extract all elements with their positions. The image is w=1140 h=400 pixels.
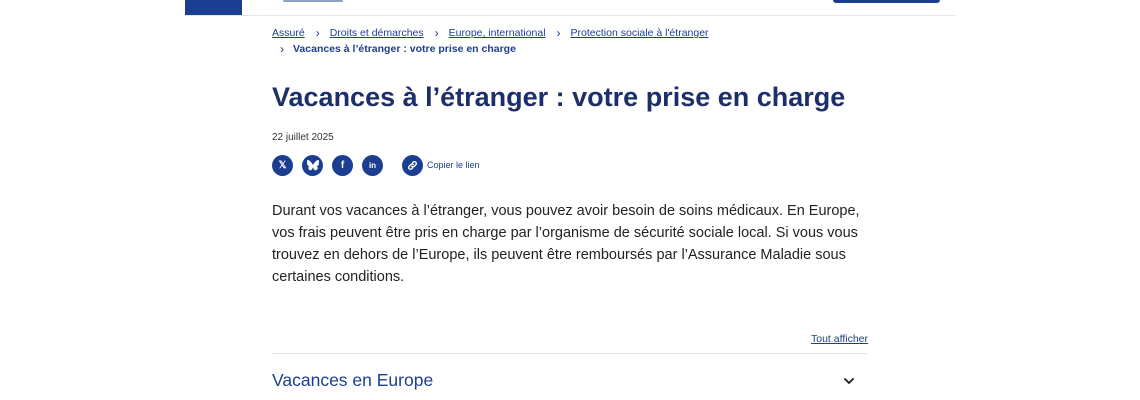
breadcrumb-separator-icon: ›	[315, 26, 320, 40]
bluesky-glyph	[306, 160, 319, 171]
linkedin-glyph: in	[368, 161, 377, 170]
breadcrumb-link-droits-demarches[interactable]: Droits et démarches	[330, 26, 424, 41]
chain-link-glyph	[408, 161, 417, 170]
breadcrumb-link-assure[interactable]: Assuré	[272, 26, 305, 41]
publication-date: 22 juillet 2025	[272, 132, 334, 143]
facebook-icon[interactable]: f	[332, 155, 353, 176]
header-divider	[185, 15, 955, 16]
copy-link-button[interactable]: Copier le lien	[427, 160, 480, 170]
bluesky-icon[interactable]	[302, 155, 323, 176]
breadcrumb-separator-icon: ›	[556, 26, 561, 40]
accordion-divider	[272, 353, 868, 354]
header-action-button[interactable]	[833, 0, 940, 3]
breadcrumb-separator-icon: ›	[434, 26, 439, 40]
accordion-vacances-europe[interactable]: Vacances en Europe	[272, 362, 868, 398]
breadcrumb-link-europe-international[interactable]: Europe, international	[449, 26, 546, 41]
x-icon[interactable]: 𝕏	[272, 155, 293, 176]
breadcrumb-separator-icon: ›	[280, 42, 284, 56]
show-all-link[interactable]: Tout afficher	[811, 333, 868, 345]
linkedin-icon[interactable]: in	[362, 155, 383, 176]
chevron-down-icon	[844, 378, 854, 384]
accordion-title: Vacances en Europe	[272, 370, 434, 390]
facebook-glyph: f	[340, 160, 345, 171]
site-logo[interactable]	[185, 0, 242, 15]
breadcrumb: Assuré › Droits et démarches › Europe, i…	[272, 26, 872, 57]
logo-tagline-graphic	[283, 0, 343, 3]
page-title: Vacances à l’étranger : votre prise en c…	[272, 82, 846, 112]
x-glyph: 𝕏	[278, 160, 287, 171]
breadcrumb-current: Vacances à l’étranger : votre prise en c…	[293, 43, 516, 55]
share-bar: 𝕏 f in Copier le lien	[272, 155, 572, 176]
breadcrumb-link-protection-sociale[interactable]: Protection sociale à l'étranger	[571, 26, 709, 41]
link-icon[interactable]	[402, 155, 423, 176]
intro-paragraph: Durant vos vacances à l’étranger, vous p…	[272, 203, 860, 285]
